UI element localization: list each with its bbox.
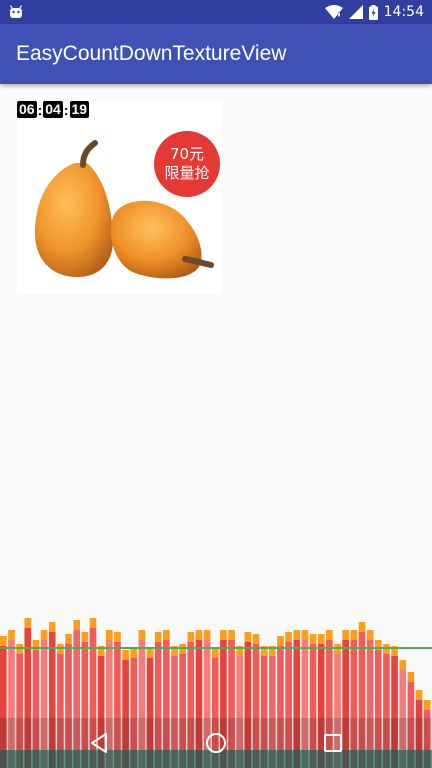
profile-bar-top bbox=[24, 618, 32, 628]
countdown-timer: 06 : 04 : 19 bbox=[17, 101, 90, 118]
profile-bar-top bbox=[423, 700, 431, 710]
status-bar: 14:54 bbox=[0, 0, 432, 24]
profile-bar-top bbox=[407, 672, 415, 682]
profile-bar-top bbox=[317, 634, 325, 644]
battery-charging-icon bbox=[368, 4, 378, 20]
profile-bar-top bbox=[48, 622, 56, 632]
profile-bar-top bbox=[146, 648, 154, 658]
profile-bar-top bbox=[195, 630, 203, 640]
profile-bar-top bbox=[220, 630, 227, 640]
profile-bar-top bbox=[366, 630, 374, 640]
profile-bar-top bbox=[163, 630, 170, 640]
profile-bar-top bbox=[40, 630, 48, 640]
profile-bar-top bbox=[211, 648, 219, 658]
profile-bar-top bbox=[0, 636, 7, 646]
countdown-separator: : bbox=[63, 101, 69, 118]
home-icon[interactable] bbox=[205, 732, 227, 754]
profile-bar-top bbox=[81, 632, 89, 642]
app-bar: EasyCountDownTextureView bbox=[0, 24, 432, 84]
profile-bar-top bbox=[309, 634, 317, 644]
profile-bar-top bbox=[415, 690, 423, 700]
profile-bar-top bbox=[342, 630, 349, 640]
countdown-separator: : bbox=[37, 101, 43, 118]
badge-label: 限量抢 bbox=[164, 164, 210, 182]
profile-bar-top bbox=[285, 632, 292, 642]
profile-bar-top bbox=[399, 660, 407, 670]
profile-bar-top bbox=[73, 620, 81, 630]
profile-bar-top bbox=[122, 650, 129, 660]
profile-bar-top bbox=[154, 632, 162, 642]
profile-bar-top bbox=[252, 634, 260, 644]
countdown-hours: 06 bbox=[17, 101, 37, 118]
profile-bar-top bbox=[187, 632, 195, 642]
profile-bar-top bbox=[138, 630, 146, 640]
countdown-seconds: 19 bbox=[69, 101, 90, 118]
back-icon[interactable] bbox=[88, 732, 110, 754]
product-card[interactable]: 06 : 04 : 19 70元 限量抢 bbox=[17, 101, 222, 294]
loquat-fruit-image bbox=[35, 140, 214, 279]
profile-bar-top bbox=[8, 630, 15, 640]
profile-bar-top bbox=[350, 630, 358, 640]
profile-bar-top bbox=[89, 618, 97, 628]
profile-bar-top bbox=[228, 630, 235, 640]
clock: 14:54 bbox=[383, 4, 424, 20]
profile-bar-top bbox=[130, 648, 138, 658]
profile-bar-top bbox=[358, 622, 366, 632]
android-icon bbox=[8, 5, 24, 19]
profile-bar-top bbox=[244, 632, 252, 642]
navigation-bar bbox=[0, 718, 432, 768]
badge-price: 70元 bbox=[169, 145, 205, 163]
profile-bar-top bbox=[114, 632, 121, 642]
profile-bar-top bbox=[277, 636, 284, 646]
profile-bar-top bbox=[293, 630, 301, 640]
countdown-minutes: 04 bbox=[43, 101, 63, 118]
app-title: EasyCountDownTextureView bbox=[16, 42, 287, 65]
signal-icon bbox=[348, 5, 363, 19]
profile-bar-top bbox=[301, 630, 309, 640]
recents-icon[interactable] bbox=[322, 732, 344, 754]
profile-bar-top bbox=[326, 630, 333, 640]
profile-bar-top bbox=[203, 630, 211, 640]
profile-bar-top bbox=[105, 630, 113, 640]
wifi-icon bbox=[324, 5, 343, 19]
price-badge: 70元 限量抢 bbox=[154, 131, 220, 197]
profile-bar-top bbox=[65, 634, 72, 644]
